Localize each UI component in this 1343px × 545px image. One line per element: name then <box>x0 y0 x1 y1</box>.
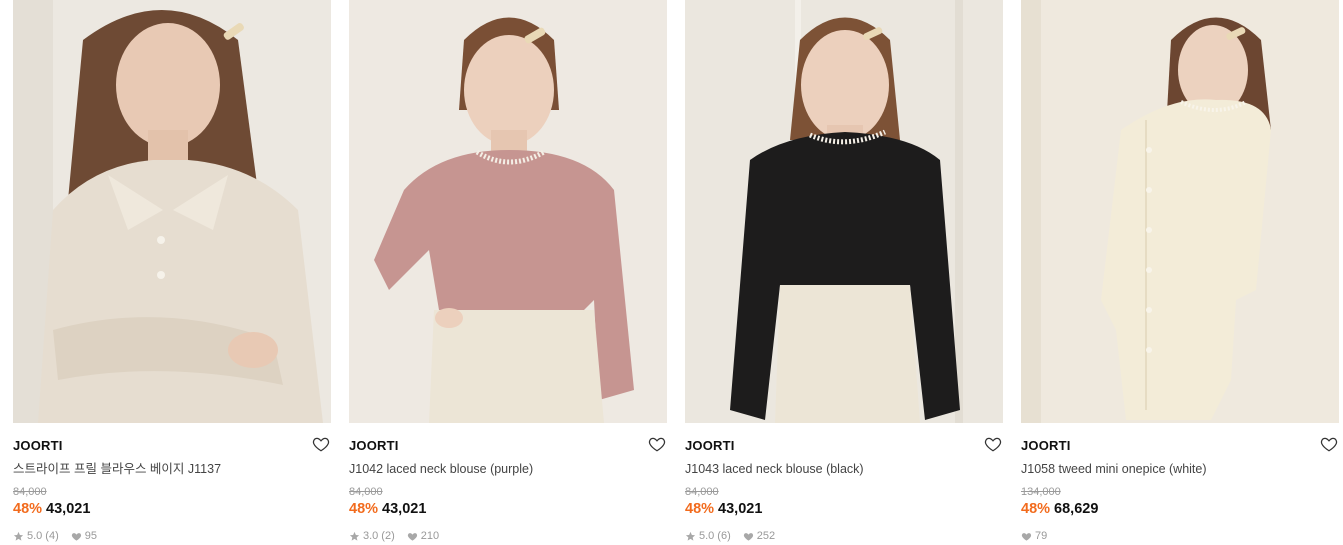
star-icon <box>685 531 696 541</box>
like-count: 95 <box>84 530 97 542</box>
product-name[interactable]: J1058 tweed mini onepice (white) <box>1021 461 1207 477</box>
product-grid: JOORTI 스트라이프 프릴 블라우스 베이지 J1137 84,000 48… <box>0 0 1343 545</box>
review-count: (6) <box>717 530 731 542</box>
product-card[interactable]: JOORTI J1058 tweed mini onepice (white) … <box>1021 0 1339 545</box>
product-meta: 79 <box>1021 530 1047 542</box>
heart-outline-icon[interactable] <box>312 435 330 453</box>
product-photo[interactable] <box>1021 0 1339 423</box>
price-row: 48% 43,021 <box>685 501 762 517</box>
sale-price: 43,021 <box>46 501 91 517</box>
discount-rate: 48% <box>685 501 715 517</box>
review-count: (4) <box>45 530 59 542</box>
heart-filled-icon <box>71 532 81 541</box>
rating-value: 5.0 <box>699 530 715 542</box>
product-photo[interactable] <box>349 0 667 423</box>
brand-name[interactable]: JOORTI <box>1021 439 1071 453</box>
original-price: 84,000 <box>13 486 47 498</box>
price-row: 48% 43,021 <box>349 501 426 517</box>
product-card[interactable]: JOORTI J1042 laced neck blouse (purple) … <box>349 0 667 545</box>
product-meta: 5.0 (6) 252 <box>685 530 775 542</box>
discount-rate: 48% <box>1021 501 1051 517</box>
discount-rate: 48% <box>13 501 43 517</box>
like-count: 79 <box>1035 530 1048 542</box>
heart-filled-icon <box>743 532 753 541</box>
product-photo[interactable] <box>13 0 331 423</box>
brand-name[interactable]: JOORTI <box>349 439 399 453</box>
sale-price: 43,021 <box>382 501 427 517</box>
original-price: 134,000 <box>1021 486 1061 498</box>
sale-price: 68,629 <box>1054 501 1099 517</box>
review-count: (2) <box>381 530 395 542</box>
sale-price: 43,021 <box>718 501 763 517</box>
rating-value: 5.0 <box>27 530 43 542</box>
heart-filled-icon <box>407 532 417 541</box>
rating-value: 3.0 <box>363 530 379 542</box>
product-meta: 3.0 (2) 210 <box>349 530 439 542</box>
star-icon <box>349 531 360 541</box>
star-icon <box>13 531 24 541</box>
original-price: 84,000 <box>685 486 719 498</box>
price-row: 48% 68,629 <box>1021 501 1098 517</box>
product-card[interactable]: JOORTI J1043 laced neck blouse (black) 8… <box>685 0 1003 545</box>
like-count: 210 <box>420 530 440 542</box>
brand-name[interactable]: JOORTI <box>685 439 735 453</box>
heart-outline-icon[interactable] <box>1320 435 1338 453</box>
price-row: 48% 43,021 <box>13 501 90 517</box>
product-name[interactable]: J1043 laced neck blouse (black) <box>685 461 864 477</box>
product-card[interactable]: JOORTI 스트라이프 프릴 블라우스 베이지 J1137 84,000 48… <box>13 0 331 545</box>
product-name[interactable]: 스트라이프 프릴 블라우스 베이지 J1137 <box>13 461 221 477</box>
product-photo[interactable] <box>685 0 1003 423</box>
heart-filled-icon <box>1021 532 1032 541</box>
brand-name[interactable]: JOORTI <box>13 439 63 453</box>
product-meta: 5.0 (4) 95 <box>13 530 97 542</box>
like-count: 252 <box>756 530 776 542</box>
discount-rate: 48% <box>349 501 379 517</box>
product-name[interactable]: J1042 laced neck blouse (purple) <box>349 461 533 477</box>
original-price: 84,000 <box>349 486 383 498</box>
heart-outline-icon[interactable] <box>984 435 1002 453</box>
heart-outline-icon[interactable] <box>648 435 666 453</box>
